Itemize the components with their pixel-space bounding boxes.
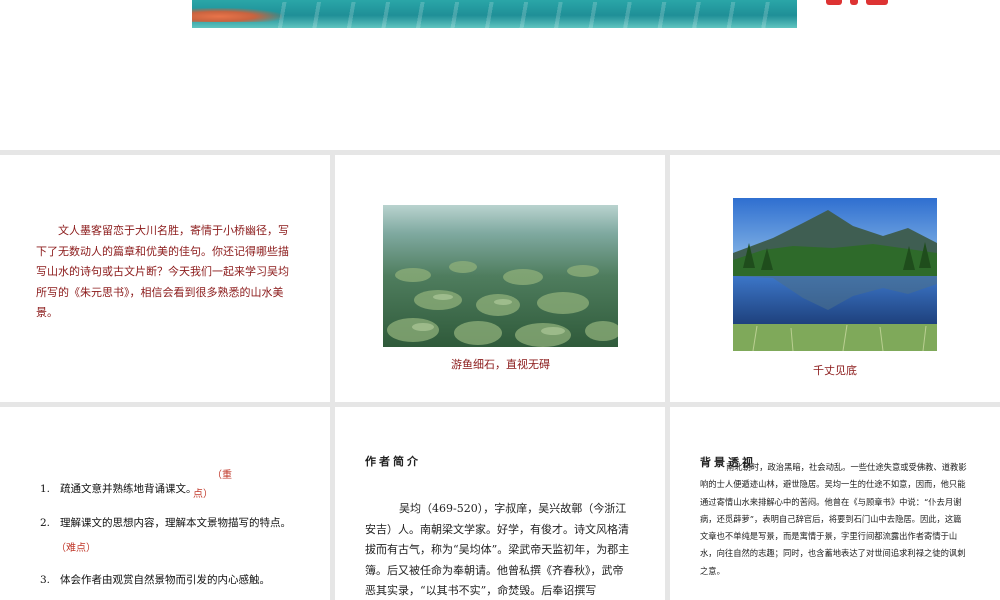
clear-water-stones-image	[383, 205, 618, 347]
author-title: 作者简介	[365, 455, 421, 468]
background-slide: 背景透视 南北朝时，政治黑暗，社会动乱。一些仕途失意或受佛教、道教影响的士人便遁…	[670, 407, 1000, 600]
title-glyph-fragment	[826, 0, 896, 6]
lake-slide: 千丈见底	[670, 155, 1000, 402]
water-slide: 游鱼细石，直视无碍	[335, 155, 665, 402]
water-banner-image	[192, 0, 797, 28]
goals-slide: （重 点） 1. 疏通文意并熟练地背诵课文。 2. 理解课文的思想内容，理解本文景物…	[0, 407, 330, 600]
author-text: 吴均（469-520），字叔庠，吴兴故鄣（今浙江安吉）人。南朝梁文学家。好学，有…	[365, 502, 630, 597]
difficult-point-mark: （难点）	[56, 543, 96, 554]
key-point-mark-open: （重	[212, 470, 232, 481]
goal-item: 3. 体会作者由观赏自然景物而引发的内心感触。	[40, 574, 270, 586]
goal-item: 1. 疏通文意并熟练地背诵课文。	[40, 483, 197, 495]
lake-caption: 千丈见底	[813, 364, 857, 377]
intro-text: 文人墨客留恋于大川名胜，寄情于小桥幽径，写下了无数动人的篇章和优美的佳句。你还记…	[36, 224, 289, 319]
top-slide	[0, 0, 1000, 150]
intro-slide: 文人墨客留恋于大川名胜，寄情于小桥幽径，写下了无数动人的篇章和优美的佳句。你还记…	[0, 155, 330, 402]
author-slide: 作者简介 吴均（469-520），字叔庠，吴兴故鄣（今浙江安吉）人。南朝梁文学家…	[335, 407, 665, 600]
mountain-lake-image	[733, 198, 937, 351]
background-text: 南北朝时，政治黑暗，社会动乱。一些仕途失意或受佛教、道教影响的士人便遁迹山林，避…	[700, 462, 967, 576]
goal-item: 2. 理解课文的思想内容，理解本文景物描写的特点。	[40, 517, 291, 529]
water-caption: 游鱼细石，直视无碍	[451, 358, 550, 371]
